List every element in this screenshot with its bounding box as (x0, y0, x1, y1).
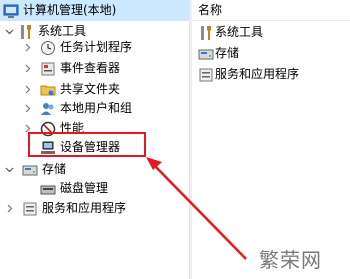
annotation-arrow (146, 157, 247, 260)
watermark: 繁荣网 (259, 248, 322, 272)
